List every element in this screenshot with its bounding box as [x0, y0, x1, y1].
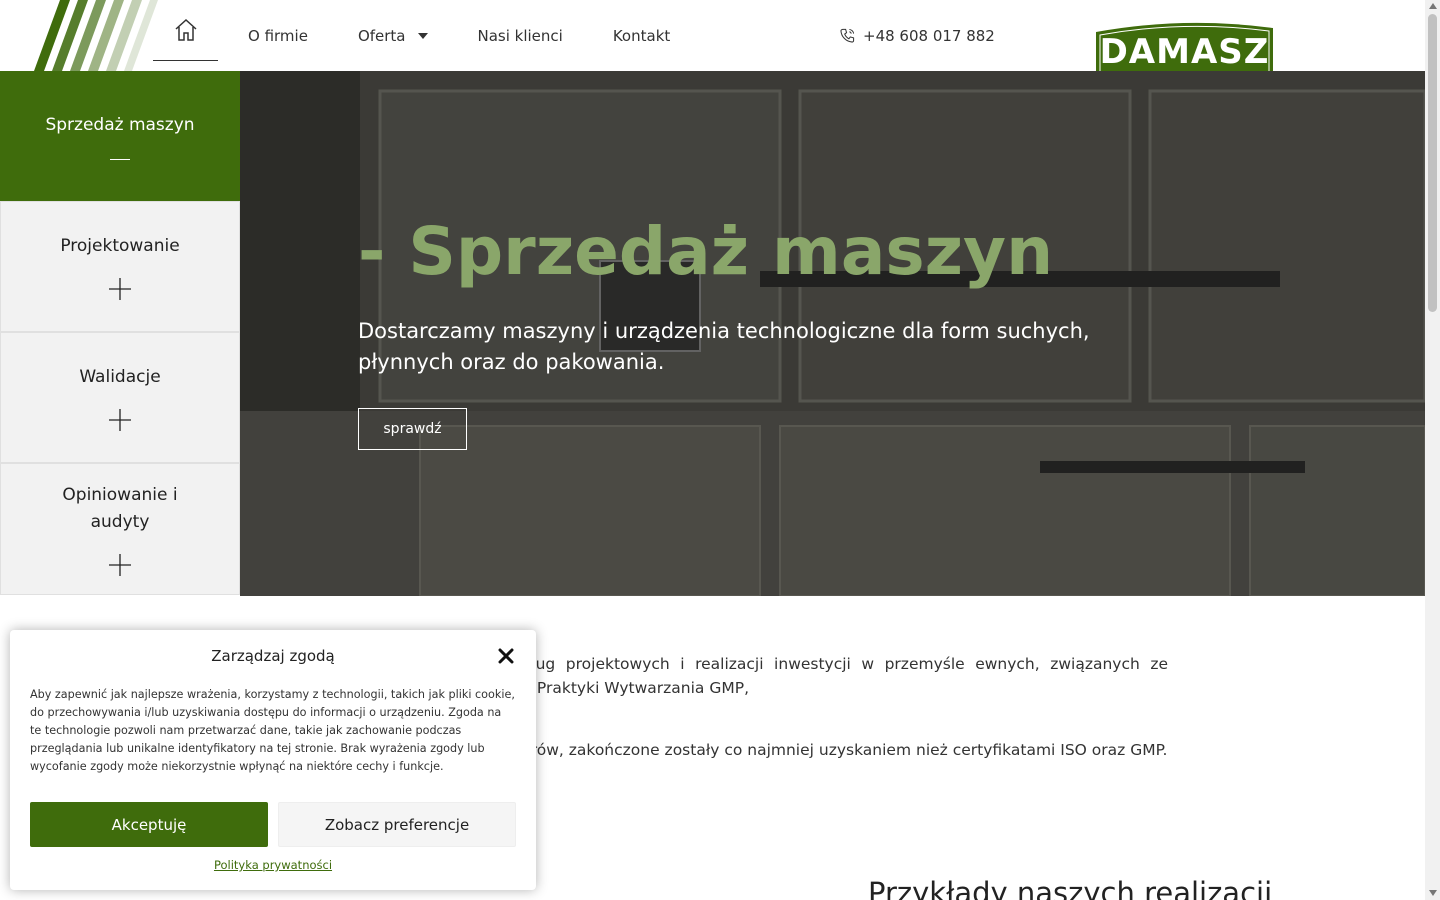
phone-icon	[840, 28, 855, 43]
main-nav: O firmie Oferta Nasi klienci Kontakt	[153, 0, 720, 71]
sidebar-item-opiniowanie[interactable]: Opiniowanie i audyty	[0, 463, 240, 595]
home-icon	[174, 18, 197, 41]
sidebar-item-label: Opiniowanie i audyty	[62, 485, 178, 532]
logo-text: DAMASZ	[1099, 32, 1270, 72]
hero-check-button[interactable]: sprawdź	[358, 408, 467, 450]
privacy-policy-link[interactable]: Polityka prywatności	[10, 858, 536, 872]
sidebar-item-label: Sprzedaż maszyn	[45, 115, 195, 135]
nav-label: O firmie	[248, 26, 308, 45]
hero-title: - Sprzedaż maszyn	[358, 213, 1054, 290]
phone-number: +48 608 017 882	[863, 26, 995, 45]
decorative-stripes	[34, 0, 158, 71]
plus-icon	[109, 409, 131, 431]
caret-down-icon	[417, 32, 428, 39]
plus-icon	[109, 554, 131, 576]
hero-banner: - Sprzedaż maszyn Dostarczamy maszyny i …	[240, 71, 1425, 596]
phone-link[interactable]: +48 608 017 882	[840, 0, 995, 71]
cookie-dialog-text: Aby zapewnić jak najlepsze wrażenia, kor…	[30, 688, 515, 773]
offer-sidebar: Sprzedaż maszyn Projektowanie Walidacje …	[0, 71, 240, 596]
section-title: Przykłady naszych realizacji	[868, 876, 1273, 900]
nav-item-o-firmie[interactable]: O firmie	[248, 0, 308, 71]
hero-subtitle: Dostarczamy maszyny i urządzenia technol…	[358, 319, 1090, 374]
nav-home[interactable]	[153, 0, 218, 61]
minus-icon	[110, 159, 130, 160]
page-scrollbar[interactable]	[1425, 0, 1440, 900]
sidebar-item-sprzedaz-maszyn[interactable]: Sprzedaż maszyn	[0, 71, 240, 201]
sidebar-item-label: Walidacje	[79, 367, 161, 387]
accept-button[interactable]: Akceptuję	[30, 802, 268, 847]
cookie-dialog-title: Zarządzaj zgodą	[211, 647, 335, 665]
sidebar-item-label: Projektowanie	[60, 236, 180, 256]
nav-label: Kontakt	[612, 26, 671, 45]
close-icon[interactable]	[497, 647, 515, 665]
nav-label: Oferta	[357, 26, 406, 45]
nav-label: Nasi klienci	[477, 26, 563, 45]
view-preferences-button[interactable]: Zobacz preferencje	[278, 802, 516, 847]
plus-icon	[109, 278, 131, 300]
sidebar-item-projektowanie[interactable]: Projektowanie	[0, 201, 240, 332]
scroll-down-icon[interactable]	[1429, 890, 1437, 896]
nav-item-nasi-klienci[interactable]: Nasi klienci	[478, 0, 563, 71]
nav-item-kontakt[interactable]: Kontakt	[613, 0, 670, 71]
scroll-thumb[interactable]	[1428, 14, 1437, 312]
nav-item-oferta[interactable]: Oferta	[358, 0, 428, 71]
cookie-consent-dialog: Zarządzaj zgodą Aby zapewnić jak najleps…	[10, 630, 536, 890]
sidebar-item-walidacje[interactable]: Walidacje	[0, 332, 240, 463]
scroll-up-icon[interactable]	[1429, 3, 1437, 9]
site-header: O firmie Oferta Nasi klienci Kontakt +48…	[0, 0, 1425, 90]
